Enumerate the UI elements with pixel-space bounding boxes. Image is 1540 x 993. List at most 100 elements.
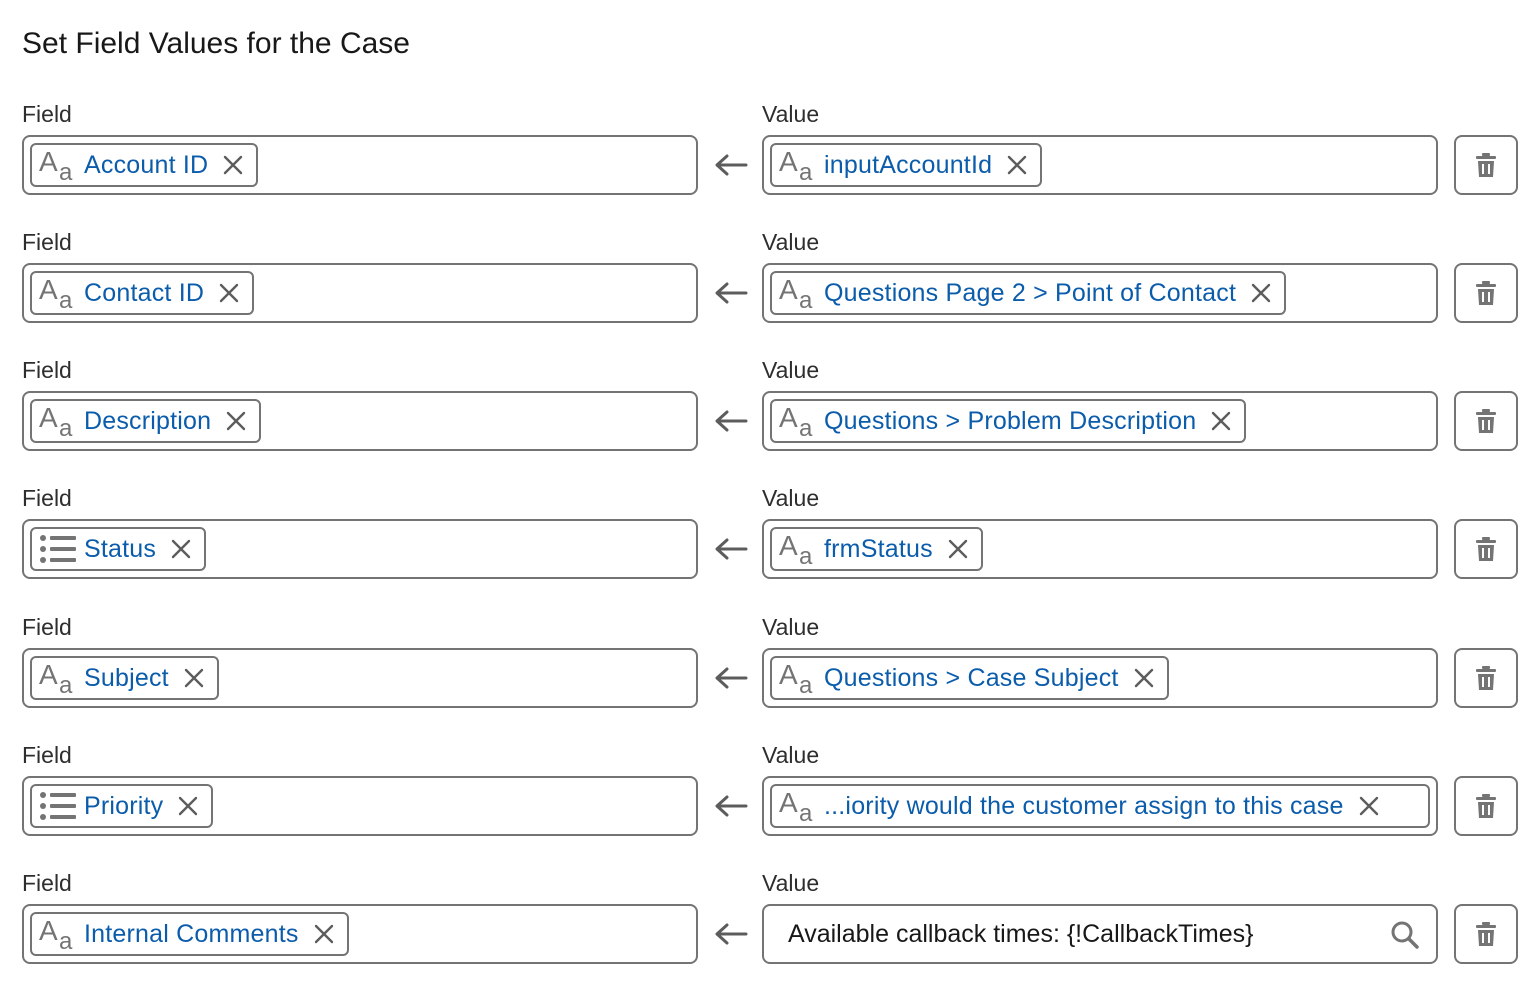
- text-icon: Aa: [36, 658, 80, 698]
- arrow-left-icon: [715, 154, 748, 176]
- field-label: Field: [22, 357, 72, 383]
- svg-text:A: A: [779, 660, 798, 690]
- value-input[interactable]: Aa ...iority would the customer assign t…: [762, 776, 1438, 836]
- value-pill-label: ...iority would the customer assign to t…: [824, 791, 1344, 820]
- text-icon: Aa: [36, 401, 80, 441]
- field-pill[interactable]: Aa Internal Comments: [30, 912, 349, 956]
- field-input[interactable]: Status: [22, 519, 698, 579]
- trash-icon: [1476, 537, 1496, 561]
- delete-row-button[interactable]: [1454, 135, 1518, 195]
- close-icon[interactable]: [1006, 154, 1028, 176]
- field-label: Field: [22, 229, 72, 255]
- value-pill-label: Questions > Problem Description: [824, 406, 1197, 435]
- close-icon[interactable]: [225, 410, 247, 432]
- field-input[interactable]: Aa Subject: [22, 648, 698, 708]
- field-pill[interactable]: Aa Account ID: [30, 143, 259, 187]
- value-label: Value: [762, 229, 820, 255]
- arrow-left-icon: [715, 795, 748, 817]
- svg-text:A: A: [779, 275, 798, 305]
- svg-text:a: a: [59, 415, 73, 439]
- value-pill[interactable]: Aa frmStatus: [770, 527, 983, 571]
- value-pill[interactable]: Aa inputAccountId: [770, 143, 1043, 187]
- field-pill[interactable]: Aa Subject: [30, 656, 219, 700]
- svg-text:a: a: [799, 543, 813, 567]
- svg-text:a: a: [799, 159, 813, 183]
- value-pill[interactable]: Aa ...iority would the customer assign t…: [770, 784, 1430, 828]
- text-icon: Aa: [776, 658, 820, 698]
- close-icon[interactable]: [177, 795, 199, 817]
- field-input[interactable]: Aa Internal Comments: [22, 904, 698, 964]
- assignment-row: Field Aa Subject Value Aa Questions > Ca…: [0, 609, 1540, 737]
- trash-icon: [1476, 922, 1496, 946]
- arrow-left-icon: [715, 282, 748, 304]
- field-pill[interactable]: Priority: [30, 784, 214, 828]
- svg-text:A: A: [39, 147, 58, 177]
- value-pill[interactable]: Aa Questions > Case Subject: [770, 656, 1169, 700]
- close-icon[interactable]: [1133, 667, 1155, 689]
- field-pill[interactable]: Aa Contact ID: [30, 271, 255, 315]
- field-pill[interactable]: Aa Description: [30, 399, 262, 443]
- svg-text:A: A: [39, 403, 58, 433]
- svg-text:A: A: [779, 531, 798, 561]
- field-label: Field: [22, 742, 72, 768]
- close-icon[interactable]: [313, 923, 335, 945]
- close-icon[interactable]: [1250, 282, 1272, 304]
- field-label: Field: [22, 485, 72, 511]
- close-icon[interactable]: [218, 282, 240, 304]
- field-label: Field: [22, 614, 72, 640]
- field-pill-label: Internal Comments: [84, 919, 299, 948]
- delete-row-button[interactable]: [1454, 519, 1518, 579]
- value-input[interactable]: Aa inputAccountId: [762, 135, 1438, 195]
- arrow-left-icon: [715, 410, 748, 432]
- close-icon[interactable]: [183, 667, 205, 689]
- delete-row-button[interactable]: [1454, 263, 1518, 323]
- text-icon: Aa: [776, 401, 820, 441]
- field-pill-label: Description: [84, 406, 212, 435]
- field-value-rows: Field Aa Account ID Value Aa inputAccoun…: [0, 96, 1540, 992]
- close-icon[interactable]: [222, 154, 244, 176]
- value-text-input[interactable]: Available callback times: {!CallbackTime…: [762, 904, 1438, 964]
- svg-text:A: A: [39, 660, 58, 690]
- search-icon[interactable]: [1390, 920, 1420, 950]
- trash-icon: [1476, 409, 1496, 433]
- field-input[interactable]: Priority: [22, 776, 698, 836]
- close-icon[interactable]: [1210, 410, 1232, 432]
- svg-text:A: A: [39, 275, 58, 305]
- value-input[interactable]: Aa Questions > Problem Description: [762, 391, 1438, 451]
- text-icon: Aa: [36, 145, 80, 185]
- svg-text:A: A: [779, 403, 798, 433]
- trash-icon: [1476, 153, 1496, 177]
- value-input[interactable]: Aa Questions > Case Subject: [762, 648, 1438, 708]
- value-pill[interactable]: Aa Questions Page 2 > Point of Contact: [770, 271, 1287, 315]
- value-pill-label: Questions > Case Subject: [824, 663, 1119, 692]
- value-pill[interactable]: Aa Questions > Problem Description: [770, 399, 1247, 443]
- trash-icon: [1476, 281, 1496, 305]
- field-label: Field: [22, 870, 72, 896]
- svg-text:a: a: [59, 672, 73, 696]
- close-icon[interactable]: [947, 538, 969, 560]
- value-pill-label: frmStatus: [824, 534, 933, 563]
- value-label: Value: [762, 742, 820, 768]
- assignment-row: Field Aa Internal Comments Value Availab…: [0, 865, 1540, 993]
- arrow-left-icon: [715, 667, 748, 689]
- close-icon[interactable]: [1358, 795, 1380, 817]
- value-label: Value: [762, 870, 820, 896]
- close-icon[interactable]: [170, 538, 192, 560]
- field-input[interactable]: Aa Account ID: [22, 135, 698, 195]
- delete-row-button[interactable]: [1454, 648, 1518, 708]
- delete-row-button[interactable]: [1454, 776, 1518, 836]
- assignment-row: Field Status Value Aa frmStatus: [0, 480, 1540, 608]
- value-input[interactable]: Aa Questions Page 2 > Point of Contact: [762, 263, 1438, 323]
- page-title: Set Field Values for the Case: [22, 27, 410, 60]
- field-input[interactable]: Aa Contact ID: [22, 263, 698, 323]
- field-input[interactable]: Aa Description: [22, 391, 698, 451]
- value-input[interactable]: Aa frmStatus: [762, 519, 1438, 579]
- field-pill[interactable]: Status: [30, 527, 207, 571]
- delete-row-button[interactable]: [1454, 391, 1518, 451]
- delete-row-button[interactable]: [1454, 904, 1518, 964]
- svg-text:a: a: [59, 287, 73, 311]
- assignment-row: Field Aa Account ID Value Aa inputAccoun…: [0, 96, 1540, 224]
- picklist-icon: [36, 529, 80, 569]
- svg-text:a: a: [799, 800, 813, 824]
- text-icon: Aa: [776, 273, 820, 313]
